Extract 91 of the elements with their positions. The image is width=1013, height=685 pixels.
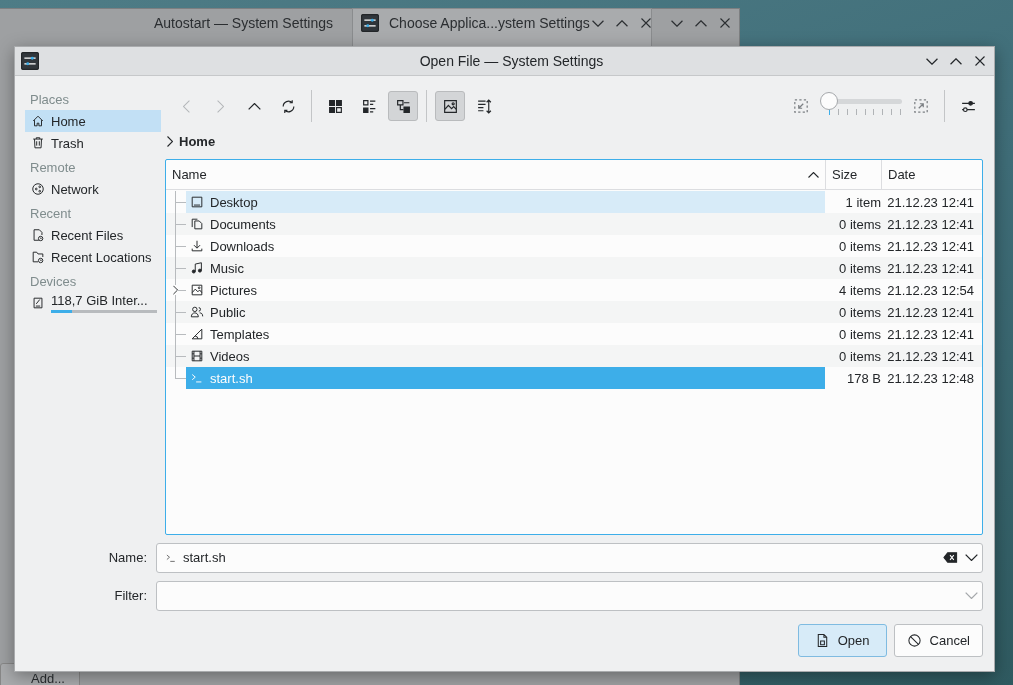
file-row[interactable]: Downloads xyxy=(186,235,825,257)
tree-icon xyxy=(394,97,412,115)
zoom-in-icon[interactable] xyxy=(912,97,930,115)
maximize-icon[interactable] xyxy=(695,19,707,27)
table-cell-text: 21.12.23 12:41 xyxy=(886,325,975,344)
recent-folder-icon xyxy=(31,250,45,264)
drive-icon xyxy=(31,296,45,310)
window-title: Autostart — System Settings xyxy=(154,15,333,31)
file-row[interactable]: Public xyxy=(186,301,825,323)
image-icon xyxy=(190,283,204,297)
chevron-right-icon[interactable] xyxy=(167,135,173,147)
chevron-up-icon xyxy=(247,102,261,110)
triangle-ruler-icon xyxy=(190,327,204,341)
documents-icon xyxy=(190,217,204,231)
table-cell-text: 21.12.23 12:41 xyxy=(886,237,975,256)
clear-icon[interactable] xyxy=(942,550,959,565)
trash-icon xyxy=(31,136,45,150)
maximize-icon[interactable] xyxy=(950,57,962,65)
filter-field[interactable] xyxy=(156,580,983,611)
music-note-icon xyxy=(190,261,204,275)
table-cell-text: 1 item xyxy=(844,193,881,212)
dropdown-icon[interactable] xyxy=(965,554,978,561)
preview-button[interactable] xyxy=(435,91,465,121)
film-icon xyxy=(190,349,204,363)
table-cell-text: 0 items xyxy=(838,347,881,366)
minimize-icon[interactable] xyxy=(671,19,683,27)
image-icon xyxy=(441,97,459,115)
tree-view-button[interactable] xyxy=(388,91,418,121)
column-header[interactable]: Size xyxy=(825,160,881,189)
grid-icon xyxy=(326,97,344,115)
section-heading: Places xyxy=(29,91,71,109)
sidebar-item[interactable]: Home xyxy=(25,110,161,132)
terminal-icon xyxy=(190,371,204,385)
section-heading: Recent xyxy=(29,205,73,223)
file-row[interactable]: Documents xyxy=(186,213,825,235)
cancel-icon xyxy=(906,633,922,648)
table-cell-text: 0 items xyxy=(838,237,881,256)
expand-arrow-icon[interactable] xyxy=(173,285,178,295)
section-heading: Devices xyxy=(29,273,78,291)
app-icon xyxy=(361,14,379,32)
maximize-icon[interactable] xyxy=(615,19,628,27)
open-button[interactable]: Open xyxy=(797,624,887,657)
table-cell-text: 21.12.23 12:41 xyxy=(886,215,975,234)
table-cell-text: 21.12.23 12:48 xyxy=(886,369,975,388)
minimize-icon[interactable] xyxy=(591,19,604,27)
app-icon xyxy=(21,52,39,70)
recent-file-icon xyxy=(31,228,45,242)
sidebar-item[interactable]: Network xyxy=(25,178,161,200)
table-cell-text: 0 items xyxy=(838,303,881,322)
people-icon xyxy=(190,305,204,319)
table-cell-text: 0 items xyxy=(838,259,881,278)
network-icon xyxy=(31,182,45,196)
slider-thumb[interactable] xyxy=(820,92,838,110)
name-field[interactable]: start.sh xyxy=(156,542,983,573)
table-cell-text: 0 items xyxy=(838,215,881,234)
section-heading: Remote xyxy=(29,159,77,177)
sidebar-item[interactable]: Recent Files xyxy=(25,224,161,246)
table-cell-text: 0 items xyxy=(838,325,881,344)
download-icon xyxy=(190,239,204,253)
sort-caret-icon xyxy=(808,171,819,178)
zoom-out-icon[interactable] xyxy=(792,97,810,115)
table-cell-text: 21.12.23 12:41 xyxy=(886,259,975,278)
file-row[interactable]: Pictures xyxy=(186,279,825,301)
sidebar-item[interactable]: Trash xyxy=(25,132,161,154)
table-cell-text: 21.12.23 12:41 xyxy=(886,303,975,322)
file-row[interactable]: Videos xyxy=(186,345,825,367)
table-cell-text: 21.12.23 12:41 xyxy=(886,193,975,212)
chevron-right-icon xyxy=(216,99,224,113)
sidebar-item[interactable]: 118,7 GiB Inter... xyxy=(25,292,161,314)
minimize-icon[interactable] xyxy=(926,57,938,65)
column-header[interactable]: Date xyxy=(881,160,982,189)
file-row[interactable]: Desktop xyxy=(186,191,825,213)
table-cell-text: 4 items xyxy=(838,281,881,300)
table-cell-text: 21.12.23 12:54 xyxy=(886,281,975,300)
sort-icon xyxy=(475,97,493,115)
chevron-left-icon xyxy=(182,99,190,113)
table-cell-text: 21.12.23 12:41 xyxy=(886,347,975,366)
window-title: Choose Applica...ystem Settings xyxy=(388,15,590,31)
home-icon xyxy=(31,114,45,128)
column-header[interactable]: Name xyxy=(166,160,825,189)
breadcrumb-item[interactable]: Home xyxy=(179,133,216,149)
file-row[interactable]: Music xyxy=(186,257,825,279)
window-title: Open File — System Settings xyxy=(418,53,605,69)
file-row[interactable]: Templates xyxy=(186,323,825,345)
list-icon xyxy=(360,97,378,115)
sidebar-item[interactable]: Recent Locations xyxy=(25,246,161,268)
table-cell-text: 178 B xyxy=(846,369,881,388)
field-label: Name: xyxy=(107,550,148,565)
cancel-button[interactable]: Cancel xyxy=(893,624,983,657)
field-label: Filter: xyxy=(113,588,148,603)
monitor-icon xyxy=(190,195,204,209)
